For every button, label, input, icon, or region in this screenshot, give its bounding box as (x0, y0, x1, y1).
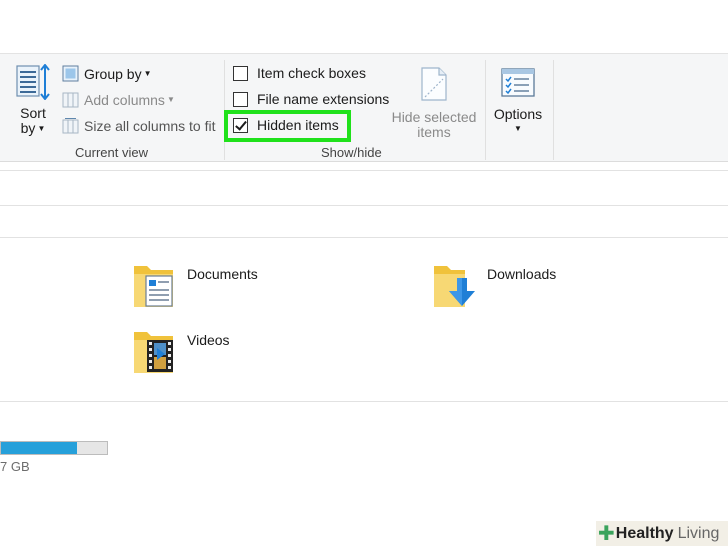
downloads-folder-icon (434, 266, 475, 307)
folder-downloads[interactable]: Downloads (433, 262, 556, 308)
section-divider (0, 401, 728, 402)
add-columns-icon (62, 92, 79, 108)
address-bar[interactable] (0, 205, 728, 206)
size-columns-icon (62, 118, 79, 134)
plus-logo-icon: ✚ (598, 523, 615, 545)
item-check-boxes-option[interactable]: Item check boxes (233, 65, 366, 81)
content-top-border (0, 237, 728, 238)
size-all-columns-button[interactable]: Size all columns to fit (62, 117, 216, 134)
hidden-items-highlight (224, 110, 351, 142)
file-name-extensions-checkbox[interactable] (233, 91, 248, 107)
current-view-group-label: Current view (75, 145, 148, 160)
documents-folder-icon (134, 266, 173, 307)
item-check-boxes-checkbox[interactable] (233, 65, 248, 81)
folder-videos[interactable]: Videos (133, 328, 230, 374)
group-by-button[interactable]: Group by ▼ (62, 65, 152, 82)
folder-name: Videos (187, 332, 230, 348)
group-by-label: Group by (84, 65, 142, 82)
add-columns-label: Add columns (84, 91, 165, 108)
drive-usage-fill (1, 442, 78, 454)
add-columns-button[interactable]: Add columns ▼ (62, 91, 175, 108)
watermark-brand2: Living (677, 524, 720, 542)
sort-by-icon (16, 64, 50, 100)
hide-selected-items-button[interactable]: Hide selected items (388, 66, 480, 140)
sort-by-label-line2: by ▼ (20, 120, 46, 136)
folder-documents[interactable]: Documents (133, 262, 258, 308)
file-name-extensions-option[interactable]: File name extensions (233, 91, 389, 107)
size-all-columns-label: Size all columns to fit (84, 117, 216, 134)
item-check-boxes-label: Item check boxes (257, 65, 366, 81)
healthy-living-watermark: ✚ Healthy Living (596, 521, 728, 546)
file-name-extensions-label: File name extensions (257, 91, 390, 107)
folder-name: Downloads (487, 266, 557, 282)
options-button[interactable]: Options ▼ (488, 68, 548, 133)
group-by-icon (62, 65, 79, 82)
hide-selected-label-line1: Hide selected (391, 109, 477, 125)
videos-folder-icon (134, 332, 173, 373)
folder-name: Documents (187, 266, 258, 282)
sort-by-button[interactable]: Sort by ▼ (14, 64, 52, 139)
group-divider (553, 60, 554, 160)
hide-selected-label-line2: items (417, 124, 451, 140)
drive-usage-bar (0, 441, 108, 455)
hide-selected-icon (421, 67, 447, 101)
sort-by-label-line1: Sort (20, 105, 46, 121)
group-divider (485, 60, 486, 160)
address-bar-top-border (0, 170, 728, 171)
options-label: Options (493, 106, 543, 122)
chevron-down-icon: ▼ (514, 124, 522, 133)
show-hide-group-label: Show/hide (321, 145, 382, 160)
options-icon (501, 68, 535, 97)
view-ribbon: Sort by ▼ Group by ▼ Add columns ▼ Size all… (0, 53, 728, 162)
watermark-brand: Healthy (615, 524, 674, 542)
drive-size-text: 7 GB (0, 459, 30, 474)
